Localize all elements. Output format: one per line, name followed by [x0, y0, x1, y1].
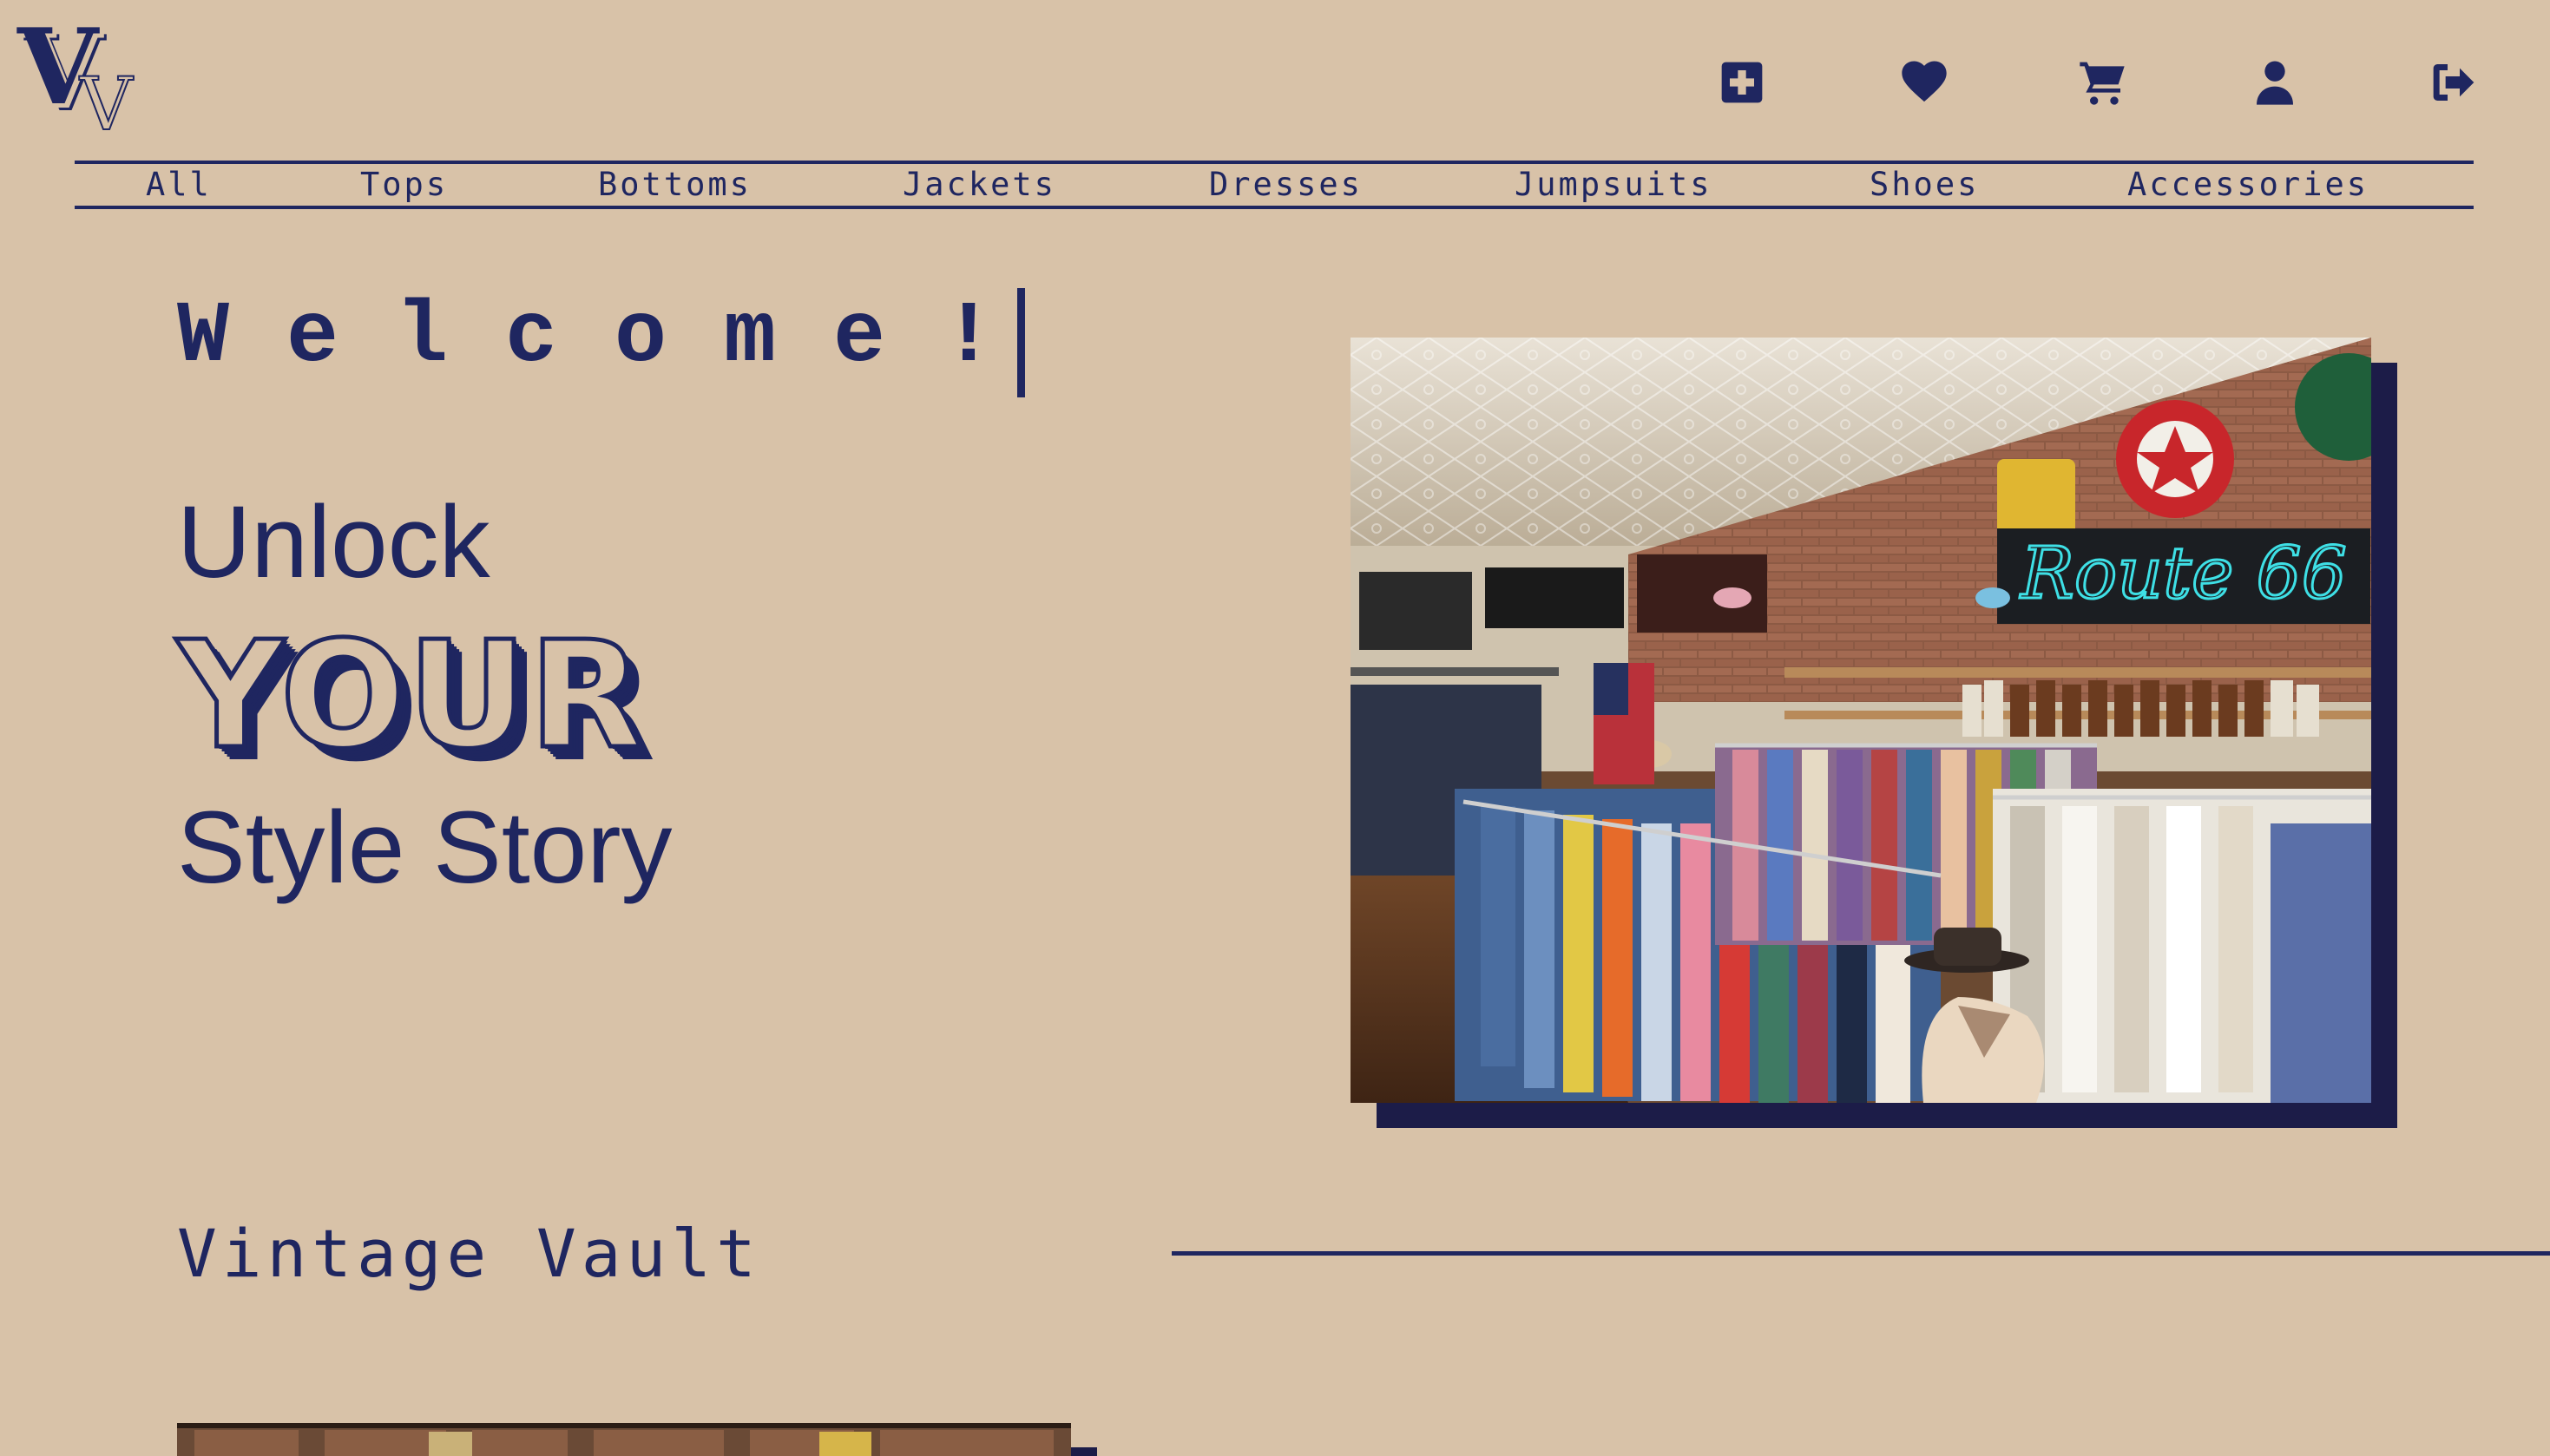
cart-icon [2080, 62, 2125, 105]
hero-line-your: YOUR [175, 610, 646, 782]
hero-line-unlock: Unlock [177, 485, 490, 600]
hero-image: Route 66 [1351, 338, 2371, 1103]
svg-text:Route 66: Route 66 [2019, 533, 2347, 615]
nav-item-jackets[interactable]: Jackets [903, 164, 1056, 206]
section-divider [1172, 1251, 2550, 1256]
logout-button[interactable] [2422, 50, 2486, 115]
nav-item-dresses[interactable]: Dresses [1209, 164, 1363, 206]
hero-line-style-story: Style Story [177, 790, 673, 905]
add-icon [1721, 62, 1763, 103]
typing-caret [1017, 288, 1025, 397]
cart-button[interactable] [2070, 50, 2134, 115]
section-title: Vintage Vault [177, 1215, 761, 1292]
nav-item-shoes[interactable]: Shoes [1870, 164, 1979, 206]
nav-item-accessories[interactable]: Accessories [2127, 164, 2369, 206]
heart-icon [1902, 61, 1947, 102]
nav-item-tops[interactable]: Tops [360, 164, 448, 206]
favorites-button[interactable] [1892, 50, 1956, 115]
logout-icon [2433, 64, 2474, 101]
nav-item-bottoms[interactable]: Bottoms [598, 164, 752, 206]
account-button[interactable] [2243, 50, 2307, 115]
user-icon [2257, 61, 2293, 105]
nav-item-jumpsuits[interactable]: Jumpsuits [1515, 164, 1712, 206]
header-actions [0, 50, 2550, 115]
nav-item-all[interactable]: All [146, 164, 212, 206]
section-image-preview [177, 1423, 1071, 1456]
welcome-heading: Welcome! [177, 289, 1053, 387]
category-nav: All Tops Bottoms Jackets Dresses Jumpsui… [75, 161, 2474, 209]
add-button[interactable] [1710, 50, 1774, 115]
